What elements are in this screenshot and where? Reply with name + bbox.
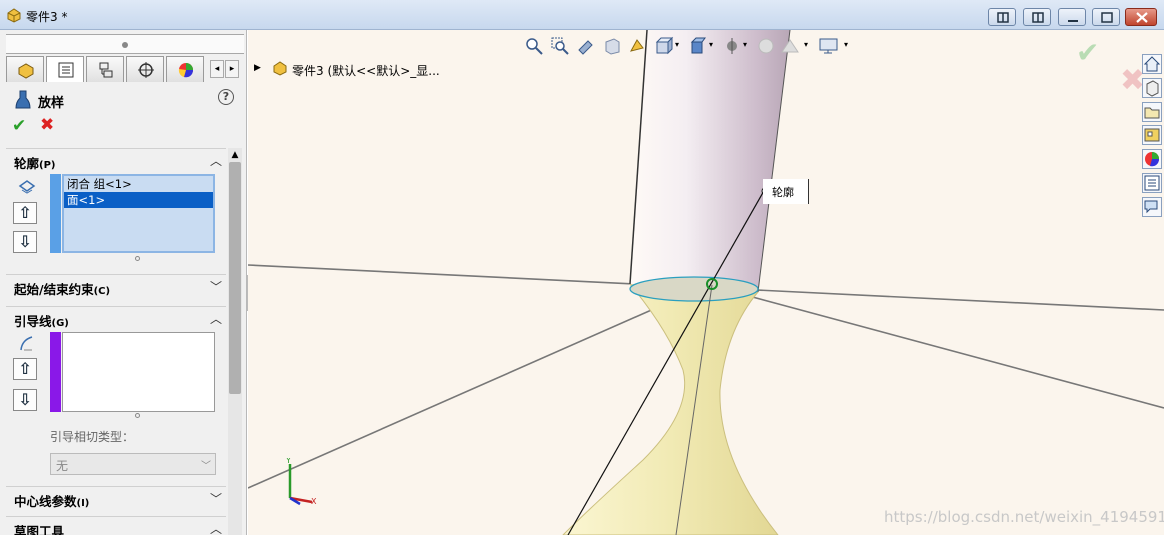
- tab-display-manager[interactable]: [166, 56, 204, 82]
- view-settings-icon[interactable]: [818, 36, 838, 56]
- maximize-button[interactable]: [1092, 8, 1120, 26]
- section-profiles-label: 轮廓: [14, 156, 40, 171]
- guide-curve-list[interactable]: [62, 332, 215, 412]
- apply-scene-icon[interactable]: [780, 36, 800, 56]
- section-sketch-tools-label: 草图工具: [14, 524, 65, 535]
- chevron-down-icon[interactable]: ﹀: [210, 278, 222, 295]
- tree-path-text: 零件3 (默认<<默认>_显...: [292, 64, 440, 78]
- tab-feature-manager[interactable]: [6, 56, 44, 82]
- title-bar: 零件3 *: [0, 0, 1164, 30]
- profile-color-bar: [50, 174, 61, 253]
- close-button[interactable]: [1125, 8, 1157, 26]
- section-sketch-tools[interactable]: 草图工具 ︿: [6, 516, 226, 535]
- move-down-button[interactable]: ⇩: [13, 231, 37, 253]
- panel-scrollbar[interactable]: ▲: [228, 148, 242, 535]
- triad-x-label: X: [311, 497, 317, 506]
- move-up-button[interactable]: ⇧: [13, 358, 37, 380]
- section-centerline-parameters[interactable]: 中心线参数(I) ﹀: [6, 486, 226, 509]
- expand-arrow-icon[interactable]: ▶: [254, 63, 261, 73]
- chevron-up-icon[interactable]: ︿: [210, 152, 222, 169]
- previous-view-icon[interactable]: [576, 36, 596, 56]
- chevron-up-icon[interactable]: ︿: [210, 310, 222, 327]
- chevron-down-icon[interactable]: ﹀: [210, 490, 222, 507]
- window-title: 零件3 *: [26, 10, 68, 24]
- display-style-icon[interactable]: [688, 36, 708, 56]
- move-up-button[interactable]: ⇧: [13, 202, 37, 224]
- loft-icon: [15, 90, 31, 109]
- list-item[interactable]: 面<1>: [64, 192, 213, 208]
- dropdown-arrow-icon[interactable]: ▾: [675, 40, 679, 49]
- property-list-icon: [58, 62, 74, 78]
- move-down-button[interactable]: ⇩: [13, 389, 37, 411]
- dropdown-arrow-icon[interactable]: ▾: [743, 40, 747, 49]
- profile-list[interactable]: 闭合 组<1> 面<1>: [62, 174, 215, 253]
- dropdown-arrow-icon[interactable]: ▾: [804, 40, 808, 49]
- list-resize-grip[interactable]: [135, 256, 140, 261]
- scroll-up-arrow[interactable]: ▲: [228, 148, 242, 162]
- dropdown-arrow-icon[interactable]: ▾: [709, 40, 713, 49]
- guide-curve-icon: [20, 336, 33, 351]
- panel-collapse-bar[interactable]: [6, 34, 244, 54]
- profile-selection-icon: [18, 180, 36, 194]
- scrollbar-thumb[interactable]: [229, 162, 241, 394]
- guide-tangency-select: 无 ﹀: [50, 453, 216, 475]
- guide-color-bar: [50, 332, 61, 412]
- guide-tangency-label: 引导相切类型：: [50, 430, 135, 444]
- property-manager-panel: ◂ ▸ 放样 ? ✔ ✖ 轮廓(P) ︿ ⇧ ⇩ 闭合 组<1> 面<1> 起始…: [0, 30, 247, 535]
- part-icon: [273, 61, 287, 76]
- list-resize-grip[interactable]: [135, 413, 140, 418]
- appearances-icon[interactable]: [1142, 149, 1162, 169]
- list-item[interactable]: 闭合 组<1>: [64, 176, 213, 192]
- section-start-end-constraints[interactable]: 起始/结束约束(C) ﹀: [6, 274, 226, 297]
- watermark-text: https://blog.csdn.net/weixin_41945913: [884, 508, 1164, 526]
- section-profiles[interactable]: 轮廓(P) ︿: [6, 148, 226, 171]
- view-palette-icon[interactable]: [1142, 125, 1162, 145]
- profile-callout[interactable]: 轮廓: [763, 179, 809, 204]
- model-scene[interactable]: [248, 30, 1164, 535]
- manager-tabs: ◂ ▸: [6, 56, 244, 82]
- part-icon: [18, 63, 34, 79]
- section-guide-curves-label: 引导线: [14, 314, 52, 329]
- chevron-up-icon[interactable]: ︿: [210, 520, 222, 535]
- triad-y-label: Y: [285, 458, 291, 465]
- feature-title: 放样: [38, 96, 65, 111]
- tab-property-manager[interactable]: [46, 56, 84, 82]
- help-icon[interactable]: ?: [218, 89, 234, 105]
- dropdown-arrow-icon[interactable]: ▾: [844, 40, 848, 49]
- cancel-x-icon[interactable]: ✖: [40, 115, 54, 135]
- tab-configuration-manager[interactable]: [86, 56, 124, 82]
- zoom-to-fit-icon[interactable]: [524, 36, 544, 56]
- custom-properties-icon[interactable]: [1142, 173, 1162, 193]
- configuration-icon: [99, 62, 113, 78]
- graphics-viewport[interactable]: ▶ 零件3 (默认<<默认>_显... ▾ ▾ ▾ ▾ ▾ 轮廓 ✔ ✖ Y X…: [248, 30, 1164, 535]
- tab-dimxpert-manager[interactable]: [126, 56, 164, 82]
- file-explorer-icon[interactable]: [1142, 102, 1162, 122]
- forum-icon[interactable]: [1142, 197, 1162, 217]
- crosshair-icon: [138, 62, 154, 78]
- hide-show-items-icon[interactable]: [722, 36, 742, 56]
- coordinate-triad: Y X: [285, 458, 317, 506]
- tile-right-button[interactable]: [1023, 8, 1051, 26]
- chevron-down-icon: ﹀: [201, 461, 211, 472]
- design-library-icon[interactable]: [1142, 78, 1162, 98]
- section-start-end-label: 起始/结束约束: [14, 282, 94, 297]
- tabs-scroll-left-button[interactable]: ◂: [210, 60, 224, 78]
- task-pane-tabs: [1140, 54, 1164, 250]
- tabs-scroll-right-button[interactable]: ▸: [225, 60, 239, 78]
- ok-check-icon[interactable]: ✔: [12, 116, 26, 136]
- confirm-check-icon[interactable]: ✔: [1076, 36, 1099, 69]
- section-centerline-label: 中心线参数: [14, 494, 77, 509]
- minimize-button[interactable]: [1058, 8, 1086, 26]
- view-orientation-icon[interactable]: [654, 36, 674, 56]
- dynamic-annotation-icon[interactable]: [628, 36, 648, 56]
- zoom-to-area-icon[interactable]: [550, 36, 570, 56]
- home-icon[interactable]: [1142, 54, 1162, 74]
- edit-appearance-icon[interactable]: [756, 36, 776, 56]
- tile-left-button[interactable]: [988, 8, 1016, 26]
- heads-up-view-toolbar: ▾ ▾ ▾ ▾ ▾: [524, 34, 884, 58]
- section-guide-curves[interactable]: 引导线(G) ︿: [6, 306, 226, 329]
- part-icon: [7, 8, 21, 23]
- appearance-icon: [178, 63, 194, 78]
- section-view-icon[interactable]: [602, 36, 622, 56]
